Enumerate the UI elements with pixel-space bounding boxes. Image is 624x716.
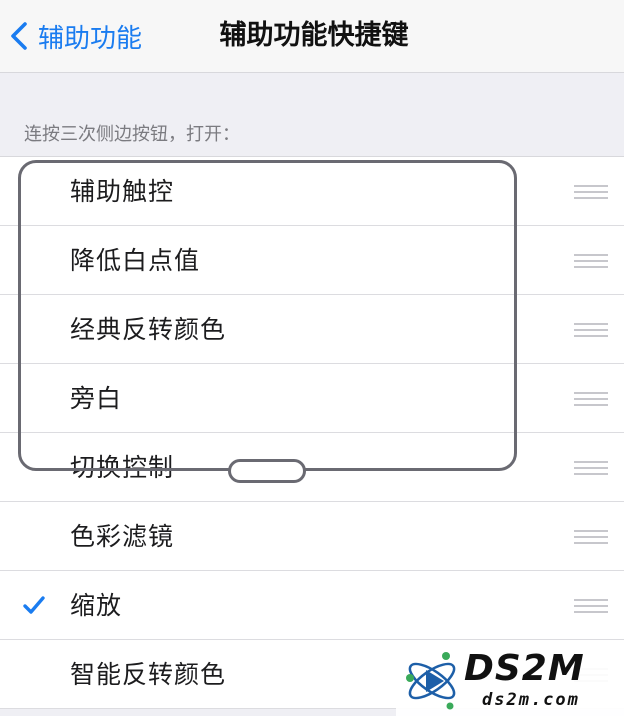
- section-header: 连按三次侧边按钮，打开：: [24, 124, 240, 145]
- list-item-reduce-white-point[interactable]: 降低白点值: [0, 226, 624, 295]
- list-item-zoom[interactable]: 缩放: [0, 571, 624, 640]
- shortcut-list: 辅助触控 降低白点值 经典反转颜色 旁白 切换控制 色彩滤镜 缩放 智能反转颜色: [0, 156, 624, 709]
- reorder-handle-icon[interactable]: [574, 254, 608, 268]
- checkmark-icon: [23, 596, 45, 614]
- reorder-handle-icon[interactable]: [574, 323, 608, 337]
- watermark-subtitle: ds2m.com: [482, 690, 580, 710]
- reorder-handle-icon[interactable]: [574, 530, 608, 544]
- list-item-label: 色彩滤镜: [70, 522, 175, 551]
- screen: 辅助功能 辅助功能快捷键 连按三次侧边按钮，打开： 辅助触控 降低白点值 经典反…: [0, 0, 624, 716]
- navigation-bar: 辅助功能 辅助功能快捷键: [0, 0, 624, 73]
- watermark-logo-icon: [406, 652, 456, 710]
- list-item-voiceover[interactable]: 旁白: [0, 364, 624, 433]
- list-item-label: 降低白点值: [70, 246, 201, 275]
- watermark: DS2M ds2m.com: [396, 646, 624, 716]
- list-item-assistive-touch[interactable]: 辅助触控: [0, 157, 624, 226]
- list-item-label: 缩放: [70, 591, 123, 620]
- reorder-handle-icon[interactable]: [574, 599, 608, 613]
- list-item-label: 智能反转颜色: [70, 660, 227, 689]
- list-item-label: 旁白: [70, 384, 123, 413]
- reorder-handle-icon[interactable]: [574, 392, 608, 406]
- highlight-outline-tab: [228, 459, 306, 483]
- list-item-switch-control[interactable]: 切换控制: [0, 433, 624, 502]
- reorder-handle-icon[interactable]: [574, 461, 608, 475]
- list-item-label: 经典反转颜色: [70, 315, 227, 344]
- list-item-classic-invert[interactable]: 经典反转颜色: [0, 295, 624, 364]
- list-item-color-filters[interactable]: 色彩滤镜: [0, 502, 624, 571]
- list-item-label: 切换控制: [70, 453, 175, 482]
- watermark-title: DS2M: [464, 648, 585, 689]
- reorder-handle-icon[interactable]: [574, 185, 608, 199]
- page-title: 辅助功能快捷键: [219, 20, 409, 51]
- list-item-label: 辅助触控: [70, 177, 175, 206]
